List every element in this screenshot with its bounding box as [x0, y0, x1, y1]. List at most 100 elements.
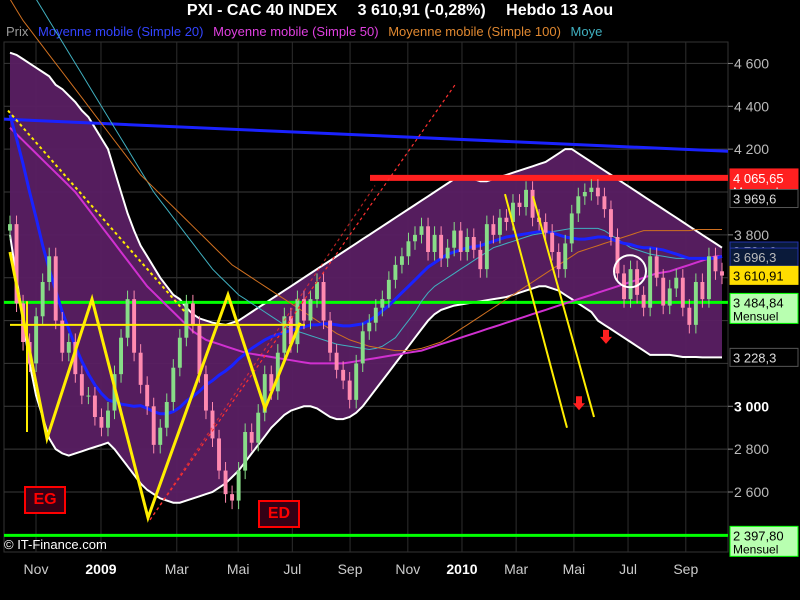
candle-body	[328, 320, 333, 353]
candle-body	[661, 277, 666, 306]
candle-body	[380, 299, 385, 308]
x-tick-label: 2010	[446, 561, 477, 577]
candle-body	[530, 189, 535, 218]
candle-body	[40, 282, 45, 317]
candle-body	[576, 196, 581, 214]
price-label-value: 4 065,65	[733, 171, 784, 186]
candle-body	[86, 395, 91, 397]
candle-body	[373, 307, 378, 323]
candle-body	[491, 224, 496, 235]
candle-body	[308, 299, 313, 321]
x-tick-label: Sep	[338, 561, 363, 577]
candle-body	[465, 237, 470, 252]
y-tick-label: 2 600	[734, 484, 769, 500]
price-label-value: 3 228,3	[733, 350, 776, 365]
candle-body	[230, 494, 235, 501]
candle-body	[654, 256, 659, 278]
x-tick-label: Sep	[673, 561, 698, 577]
candle-body	[497, 217, 502, 235]
price-label-value: 3 696,3	[733, 250, 776, 265]
candle-body	[106, 410, 110, 428]
candle-body	[484, 224, 489, 270]
candle-body	[628, 269, 633, 300]
price-label-sub: Mensuel	[733, 542, 778, 556]
candle-body	[602, 196, 607, 210]
candle-body	[713, 256, 718, 272]
candle-body	[145, 384, 150, 407]
candle-body	[687, 307, 692, 325]
candle-body	[706, 256, 711, 300]
candle-body	[419, 226, 424, 235]
candle-body	[439, 234, 444, 259]
candle-body	[341, 369, 346, 381]
candle-body	[256, 412, 261, 443]
candle-body	[243, 432, 248, 471]
candle-body	[204, 374, 208, 411]
candle-body	[158, 427, 163, 445]
candle-body	[524, 189, 528, 207]
candle-body	[399, 256, 404, 265]
candle-body	[190, 303, 195, 325]
y-tick-label: 3 000	[734, 398, 769, 414]
candle-body	[393, 264, 398, 280]
candle-body	[569, 213, 574, 244]
y-tick-label: 4 200	[734, 141, 769, 157]
candle-body	[223, 470, 228, 495]
candle-body	[478, 249, 483, 270]
candle-body	[138, 352, 143, 385]
candle-body	[504, 217, 509, 222]
price-label-value: 3 484,84	[733, 295, 784, 310]
candle-body	[282, 316, 287, 353]
candle-body	[132, 299, 137, 353]
candle-body	[413, 234, 417, 242]
x-tick-label: Jul	[619, 561, 637, 577]
candle-body	[125, 299, 130, 338]
x-tick-label: Nov	[24, 561, 49, 577]
candle-body	[321, 282, 326, 321]
candle-body	[452, 230, 457, 248]
candle-body	[641, 294, 646, 308]
candle-body	[693, 282, 698, 325]
x-tick-label: Jul	[283, 561, 301, 577]
candle-body	[432, 234, 437, 252]
candle-body	[34, 316, 39, 364]
candle-body	[236, 470, 241, 501]
candle-body	[406, 241, 411, 257]
candle-body	[543, 222, 548, 233]
candle-body	[680, 277, 685, 308]
candle-body	[589, 187, 594, 192]
candle-body	[595, 187, 600, 197]
pattern-tag-ed: ED	[258, 500, 300, 528]
candle-body	[354, 363, 359, 400]
candle-body	[667, 288, 672, 306]
candle-body	[334, 352, 339, 370]
candle-body	[582, 192, 587, 197]
candle-body	[47, 256, 52, 282]
price-label-value: 3 969,6	[733, 192, 776, 207]
x-tick-label: Mai	[563, 561, 586, 577]
candle-body	[674, 277, 679, 289]
x-tick-label: Mai	[227, 561, 250, 577]
price-chart[interactable]: 4 600 4 400 4 200 3 800 3 000 2 800 2 600 Nov 20…	[0, 0, 800, 600]
y-tick-label: 3 800	[734, 227, 769, 243]
candle-body	[151, 406, 156, 445]
x-tick-label: Nov	[395, 561, 420, 577]
price-label-value: 2 397,80	[733, 528, 784, 543]
candle-body	[315, 282, 319, 300]
candle-body	[164, 402, 169, 428]
y-tick-label: 4 600	[734, 55, 769, 71]
candle-body	[249, 432, 254, 443]
candle-body	[119, 337, 124, 375]
x-tick-label: Mar	[165, 561, 189, 577]
candle-body	[217, 438, 221, 471]
candle-body	[471, 237, 476, 250]
candle-body	[445, 247, 450, 259]
candle-body	[615, 237, 620, 274]
y-tick-label: 4 400	[734, 98, 769, 114]
candle-body	[79, 374, 84, 396]
candle-body	[367, 322, 372, 332]
candle-body	[648, 256, 653, 308]
copyright: © IT-Finance.com	[4, 537, 107, 552]
candle-body	[295, 299, 300, 345]
candle-body	[360, 331, 365, 364]
